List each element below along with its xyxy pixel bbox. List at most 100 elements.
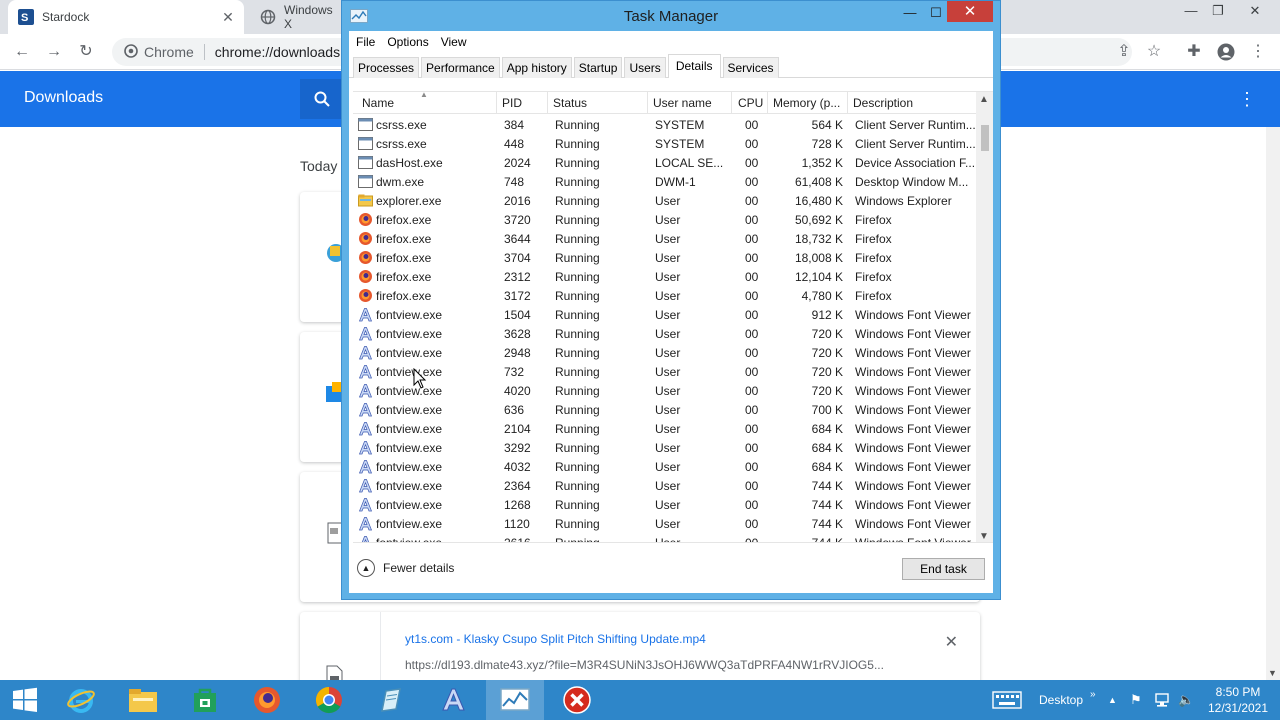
task-manager-icon[interactable] [486,680,544,720]
table-row[interactable]: fontview.exe 4032 Running User 00 684 K Window… [353,457,983,476]
notepad-icon[interactable] [362,680,420,720]
column-divider[interactable] [847,92,848,114]
column-divider[interactable] [496,92,497,114]
column-pid[interactable]: PID [502,96,522,110]
error-app-icon[interactable] [548,680,606,720]
desktop-toolbar-label[interactable]: Desktop [1039,680,1083,720]
table-row[interactable]: csrss.exe 384 Running SYSTEM 00 564 K Client S… [353,115,983,134]
fewer-details-button[interactable]: ▲ Fewer details [357,559,454,577]
touch-keyboard-icon[interactable] [992,680,1022,720]
reload-icon[interactable]: ↻ [74,40,98,64]
table-row[interactable]: explorer.exe 2016 Running User 00 16,480 K Win… [353,191,983,210]
browser-restore-button[interactable]: ❐ [1203,0,1233,22]
table-scrollbar[interactable]: ▲ ▼ [976,92,993,542]
table-row[interactable]: dasHost.exe 2024 Running LOCAL SE... 00 1,352… [353,153,983,172]
volume-icon[interactable]: 🔈 [1178,680,1194,720]
remove-download-icon[interactable]: ✕ [945,632,958,652]
back-arrow-icon[interactable]: ← [10,40,34,64]
windows-start-icon[interactable] [0,680,50,720]
file-explorer-icon[interactable] [114,680,172,720]
table-row[interactable]: fontview.exe 2104 Running User 00 684 K Window… [353,419,983,438]
toolbar-expand-icon[interactable]: » [1090,674,1096,714]
menu-view[interactable]: View [441,35,467,49]
chrome-tab-stardock[interactable]: S Stardock ✕ [8,0,244,34]
downloads-more-icon[interactable]: ⋮ [1238,87,1256,111]
show-hidden-icons-icon[interactable]: ▲ [1108,680,1117,720]
page-scrollbar[interactable]: ▼ [1266,127,1280,680]
scrollbar-thumb[interactable] [981,125,989,151]
column-cpu[interactable]: CPU [738,96,763,110]
table-row[interactable]: dwm.exe 748 Running DWM-1 00 61,408 K Desktop … [353,172,983,191]
firefox-icon[interactable] [238,680,296,720]
forward-arrow-icon[interactable]: → [42,40,66,64]
maximize-icon[interactable]: ☐ [925,3,947,23]
cell-status: Running [555,403,600,417]
cell-user-name: User [655,365,681,379]
tab-app-history[interactable]: App history [501,57,572,78]
chrome-menu-icon[interactable]: ⋮ [1246,40,1270,64]
column-status[interactable]: Status [553,96,587,110]
action-center-flag-icon[interactable]: ⚑ [1130,680,1142,720]
browser-close-button[interactable]: ✕ [1240,0,1270,22]
table-row[interactable]: firefox.exe 3644 Running User 00 18,732 K Fire… [353,229,983,248]
table-row[interactable]: firefox.exe 3172 Running User 00 4,780 K Firef… [353,286,983,305]
tab-users[interactable]: Users [624,57,666,78]
download-source-url[interactable]: https://dl193.dlmate43.xyz/?file=M3R4SUN… [405,658,884,672]
column-divider[interactable] [547,92,548,114]
column-description[interactable]: Description [853,96,913,110]
font-viewer-icon[interactable] [424,680,482,720]
table-row[interactable]: fontview.exe 1120 Running User 00 744 K Window… [353,514,983,533]
table-row[interactable]: fontview.exe 3292 Running User 00 684 K Window… [353,438,983,457]
extensions-puzzle-icon[interactable]: ✚ [1182,40,1206,64]
column-divider[interactable] [647,92,648,114]
table-row[interactable]: firefox.exe 3720 Running User 00 50,692 K Fire… [353,210,983,229]
table-row[interactable]: fontview.exe 2616 Running User 00 744 K Window… [353,533,983,542]
table-row[interactable]: fontview.exe 732 Running User 00 720 K Windows… [353,362,983,381]
tab-services[interactable]: Services [722,57,779,78]
table-row[interactable]: fontview.exe 1268 Running User 00 744 K Window… [353,495,983,514]
search-icon[interactable] [300,79,344,119]
download-file-name[interactable]: yt1s.com - Klasky Csupo Split Pitch Shif… [405,632,706,646]
tab-performance[interactable]: Performance [421,57,500,78]
tab-processes[interactable]: Processes [353,57,420,78]
chrome-tab-windows[interactable]: Windows X [250,0,350,34]
table-row[interactable]: firefox.exe 3704 Running User 00 18,008 K Fire… [353,248,983,267]
taskbar-clock[interactable]: 8:50 PM 12/31/2021 [1200,684,1276,716]
column-divider[interactable] [767,92,768,114]
scroll-down-arrow-icon[interactable]: ▼ [1268,668,1277,678]
network-icon[interactable] [1154,680,1170,720]
close-icon[interactable]: ✕ [947,1,993,22]
table-row[interactable]: fontview.exe 2364 Running User 00 744 K Window… [353,476,983,495]
table-row[interactable]: fontview.exe 4020 Running User 00 720 K Window… [353,381,983,400]
chrome-icon[interactable] [300,680,358,720]
browser-minimize-button[interactable]: — [1176,0,1206,22]
end-task-button[interactable]: End task [902,558,985,580]
internet-explorer-icon[interactable] [52,680,110,720]
bookmark-star-icon[interactable]: ☆ [1142,40,1166,64]
share-icon[interactable]: ⇪ [1112,40,1136,64]
column-divider[interactable] [731,92,732,114]
table-row[interactable]: fontview.exe 3628 Running User 00 720 K Window… [353,324,983,343]
store-icon[interactable] [176,680,234,720]
font-icon [358,421,373,436]
tab-close-icon[interactable]: ✕ [220,9,236,25]
task-manager-window[interactable]: Task Manager — ☐ ✕ File Options View Pro… [341,0,1001,600]
tab-startup[interactable]: Startup [573,57,623,78]
minimize-icon[interactable]: — [900,3,920,23]
column-memory[interactable]: Memory (p... [773,96,840,110]
font-icon [358,478,373,493]
table-row[interactable]: fontview.exe 2948 Running User 00 720 K Window… [353,343,983,362]
column-user-name[interactable]: User name [653,96,712,110]
menu-options[interactable]: Options [387,35,428,49]
profile-avatar-icon[interactable] [1214,40,1238,64]
table-row[interactable]: csrss.exe 448 Running SYSTEM 00 728 K Client S… [353,134,983,153]
table-row[interactable]: firefox.exe 2312 Running User 00 12,104 K Fire… [353,267,983,286]
menu-file[interactable]: File [356,35,375,49]
table-row[interactable]: fontview.exe 1504 Running User 00 912 K Window… [353,305,983,324]
task-manager-titlebar[interactable]: Task Manager — ☐ ✕ [342,1,1000,31]
scroll-down-arrow-icon[interactable]: ▼ [979,531,989,542]
scroll-up-arrow-icon[interactable]: ▲ [979,94,989,105]
table-row[interactable]: fontview.exe 636 Running User 00 700 K Windows… [353,400,983,419]
tab-details[interactable]: Details [667,54,721,78]
column-name[interactable]: Name [362,96,394,110]
